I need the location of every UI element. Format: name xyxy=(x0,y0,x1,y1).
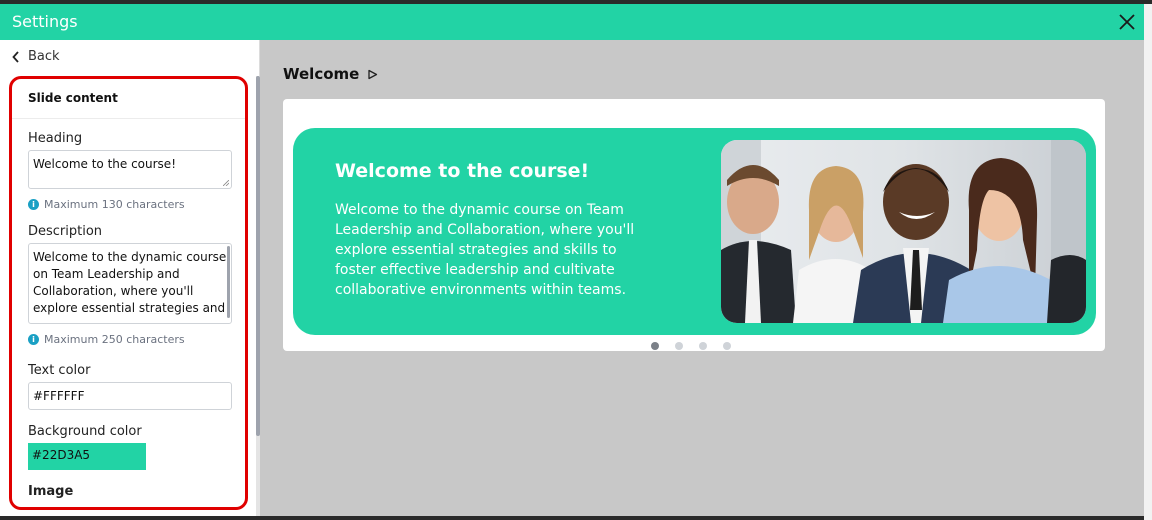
close-icon[interactable] xyxy=(1116,11,1138,33)
description-scrollbar[interactable] xyxy=(227,246,230,318)
text-color-value: #FFFFFF xyxy=(33,389,85,403)
chevron-left-icon xyxy=(12,50,19,63)
heading-hint: i Maximum 130 characters xyxy=(28,198,185,211)
image-label: Image xyxy=(28,484,74,499)
description-hint: i Maximum 250 characters xyxy=(28,333,185,346)
slide-heading: Welcome to the course! xyxy=(335,160,590,182)
play-icon[interactable] xyxy=(367,69,378,80)
heading-value: Welcome to the course! xyxy=(33,157,176,171)
heading-label: Heading xyxy=(28,131,83,146)
slide-content-panel: Slide content Heading Welcome to the cou… xyxy=(9,76,248,510)
resize-grip-icon[interactable] xyxy=(223,180,229,186)
title-bar: Settings xyxy=(0,4,1144,40)
description-value: Welcome to the dynamic course on Team Le… xyxy=(33,250,227,315)
slide-preview-card: Welcome to the course! Welcome to the dy… xyxy=(283,99,1105,351)
back-label: Back xyxy=(28,49,60,64)
description-label: Description xyxy=(28,224,103,239)
description-hint-text: Maximum 250 characters xyxy=(44,333,185,346)
divider xyxy=(12,118,245,119)
slide-title-text: Welcome xyxy=(283,65,360,83)
background-color-field[interactable]: #22D3A5 xyxy=(28,443,146,470)
text-color-field[interactable]: #FFFFFF xyxy=(28,382,232,410)
slide-description: Welcome to the dynamic course on Team Le… xyxy=(335,202,635,298)
window-title: Settings xyxy=(12,12,78,31)
text-color-label: Text color xyxy=(28,363,91,378)
background-color-value: #22D3A5 xyxy=(32,448,91,462)
description-field[interactable]: Welcome to the dynamic course on Team Le… xyxy=(28,243,232,324)
section-title: Slide content xyxy=(28,91,118,105)
sidebar-scrollbar[interactable] xyxy=(256,76,260,436)
pager-dot[interactable] xyxy=(651,342,659,350)
info-icon: i xyxy=(28,199,39,210)
pager-dot[interactable] xyxy=(675,342,683,350)
preview-area: Welcome Welcome to the course! Welcome t… xyxy=(261,40,1144,516)
heading-hint-text: Maximum 130 characters xyxy=(44,198,185,211)
slide-pager xyxy=(651,342,731,350)
slide-banner: Welcome to the course! Welcome to the dy… xyxy=(293,128,1096,335)
pager-dot[interactable] xyxy=(699,342,707,350)
heading-field[interactable]: Welcome to the course! xyxy=(28,150,232,189)
window-edge xyxy=(1144,4,1152,520)
settings-sidebar: Back Slide content Heading Welcome to th… xyxy=(0,40,260,516)
settings-window: Settings Back Slide content Heading Welc… xyxy=(0,4,1152,520)
slide-title: Welcome xyxy=(283,65,378,83)
pager-dot[interactable] xyxy=(723,342,731,350)
team-photo xyxy=(721,140,1086,323)
background-color-label: Background color xyxy=(28,424,142,439)
back-button[interactable]: Back xyxy=(12,49,60,64)
info-icon: i xyxy=(28,334,39,345)
